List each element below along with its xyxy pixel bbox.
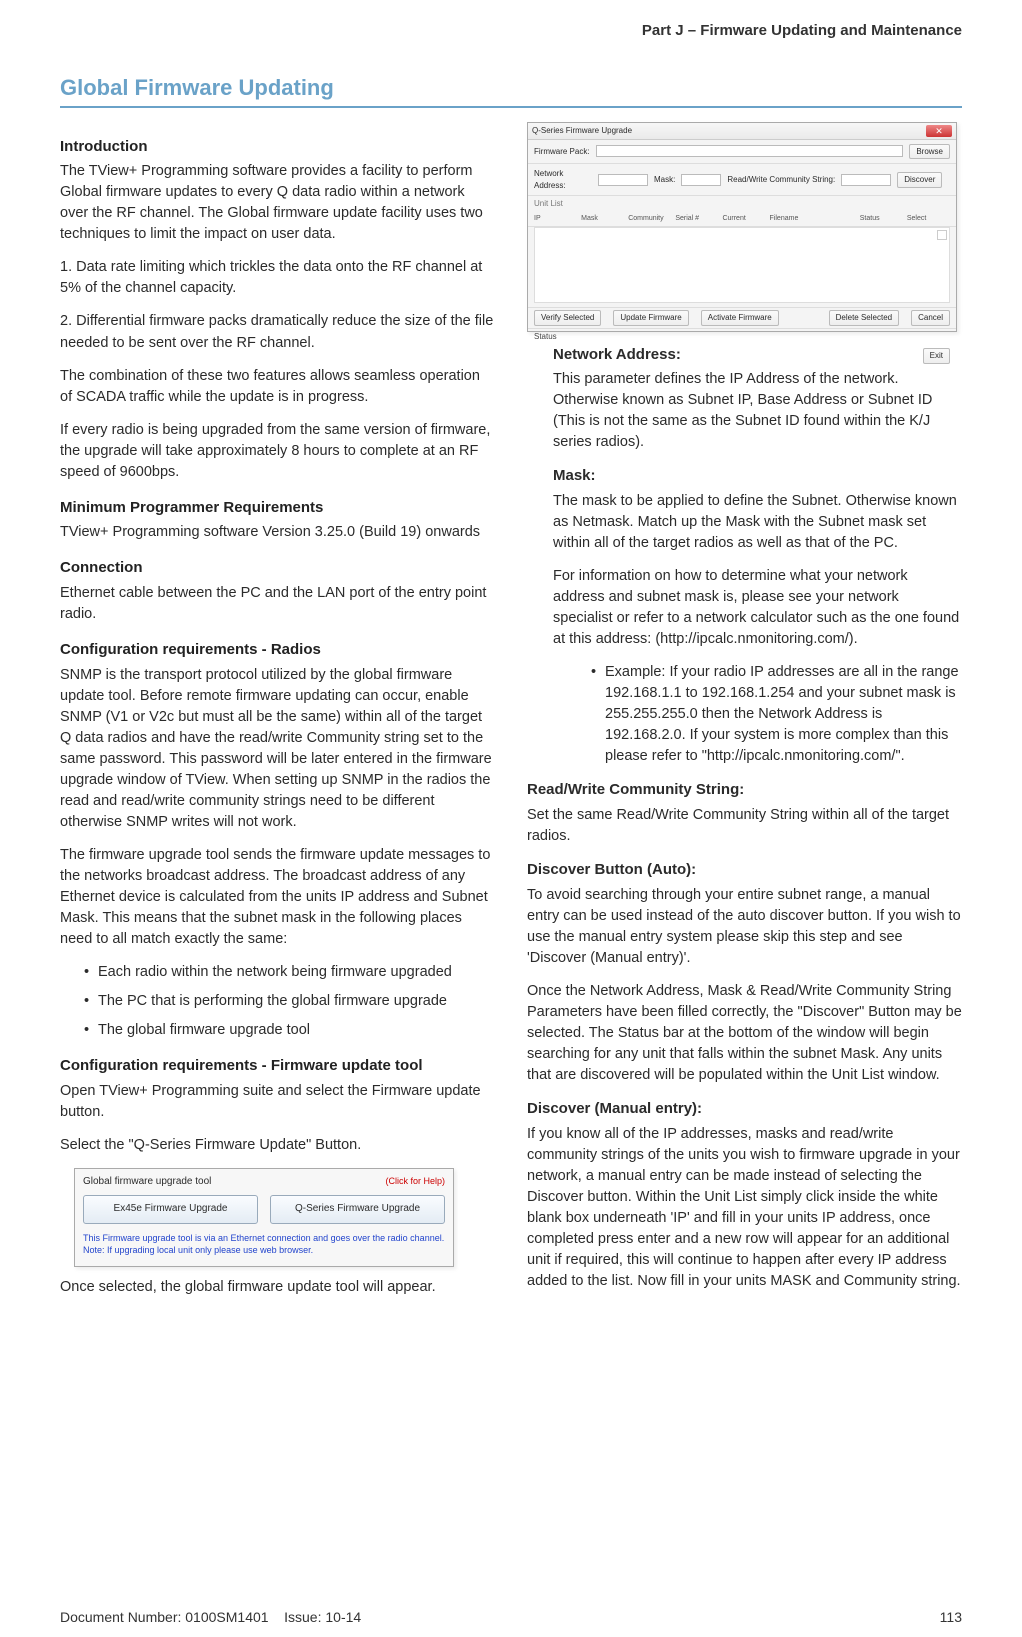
rw-community-input[interactable]	[841, 174, 891, 186]
unit-list-grid[interactable]	[534, 227, 950, 303]
qseries-upgrade-button[interactable]: Q-Series Firmware Upgrade	[270, 1195, 445, 1224]
dialog-note: This Firmware upgrade tool is via an Eth…	[83, 1232, 445, 1256]
firmware-pack-input[interactable]	[596, 145, 904, 157]
footer-left: Document Number: 0100SM1401 Issue: 10-14	[60, 1607, 361, 1627]
dialog-global-upgrade-tool: (Click for Help) Global firmware upgrade…	[74, 1168, 454, 1267]
status-bar: Status	[528, 329, 956, 345]
body-text: The mask to be applied to define the Sub…	[553, 491, 962, 554]
heading-introduction: Introduction	[60, 136, 495, 158]
rw-community-label: Read/Write Community String:	[727, 174, 835, 186]
document-number: Document Number: 0100SM1401	[60, 1609, 269, 1625]
mask-input[interactable]	[681, 174, 721, 186]
bullet-item: The PC that is performing the global fir…	[88, 991, 495, 1012]
body-text: If every radio is being upgraded from th…	[60, 420, 495, 483]
column-right: Q-Series Firmware Upgrade ✕ Firmware Pac…	[527, 122, 962, 1311]
body-text: SNMP is the transport protocol utilized …	[60, 665, 495, 833]
body-text: Once selected, the global firmware updat…	[60, 1277, 495, 1298]
body-text: Select the "Q-Series Firmware Update" Bu…	[60, 1135, 495, 1156]
heading-connection: Connection	[60, 557, 495, 579]
body-text: This parameter defines the IP Address of…	[553, 369, 962, 453]
network-address-input[interactable]	[598, 174, 648, 186]
exit-button[interactable]: Exit	[923, 348, 950, 364]
network-address-label: Network Address:	[534, 168, 592, 191]
unit-list-label: Unit List	[528, 196, 956, 212]
body-text: The firmware upgrade tool sends the firm…	[60, 845, 495, 950]
firmware-pack-label: Firmware Pack:	[534, 146, 590, 158]
heading-mask: Mask:	[553, 465, 962, 487]
browse-button[interactable]: Browse	[909, 144, 950, 160]
part-title: Part J – Firmware Updating and Maintenan…	[60, 20, 962, 42]
body-text: 1. Data rate limiting which trickles the…	[60, 257, 495, 299]
click-for-help-link[interactable]: (Click for Help)	[385, 1175, 445, 1188]
body-text: Set the same Read/Write Community String…	[527, 805, 962, 847]
column-left: Introduction The TView+ Programming soft…	[60, 122, 495, 1311]
body-text: To avoid searching through your entire s…	[527, 885, 962, 969]
cancel-button[interactable]: Cancel	[911, 310, 950, 326]
heading-config-radios: Configuration requirements - Radios	[60, 639, 495, 661]
delete-selected-button[interactable]: Delete Selected	[829, 310, 899, 326]
update-firmware-button[interactable]: Update Firmware	[613, 310, 688, 326]
bullet-example: Example: If your radio IP addresses are …	[595, 662, 962, 767]
ex45e-upgrade-button[interactable]: Ex45e Firmware Upgrade	[83, 1195, 258, 1224]
bullet-item: Each radio within the network being firm…	[88, 962, 495, 983]
bullet-item: The global firmware upgrade tool	[88, 1020, 495, 1041]
body-text: If you know all of the IP addresses, mas…	[527, 1124, 962, 1292]
body-text: For information on how to determine what…	[553, 566, 962, 650]
heading-discover-manual: Discover (Manual entry):	[527, 1098, 962, 1120]
section-title: Global Firmware Updating	[60, 72, 962, 108]
issue: Issue: 10-14	[284, 1609, 361, 1625]
dialog-title: Q-Series Firmware Upgrade	[532, 125, 632, 137]
heading-config-tool: Configuration requirements - Firmware up…	[60, 1055, 495, 1077]
unit-list-headers: IP Mask Community Serial # Current Filen…	[528, 212, 956, 227]
heading-min-requirements: Minimum Programmer Requirements	[60, 497, 495, 519]
verify-selected-button[interactable]: Verify Selected	[534, 310, 601, 326]
body-text: TView+ Programming software Version 3.25…	[60, 522, 495, 543]
body-text: The combination of these two features al…	[60, 366, 495, 408]
body-text: Ethernet cable between the PC and the LA…	[60, 583, 495, 625]
mask-label: Mask:	[654, 174, 675, 186]
body-text: The TView+ Programming software provides…	[60, 161, 495, 245]
body-text: Once the Network Address, Mask & Read/Wr…	[527, 981, 962, 1086]
close-icon[interactable]: ✕	[926, 125, 952, 137]
heading-discover-auto: Discover Button (Auto):	[527, 859, 962, 881]
discover-button[interactable]: Discover	[897, 172, 942, 188]
body-text: 2. Differential firmware packs dramatica…	[60, 311, 495, 353]
body-text: Open TView+ Programming suite and select…	[60, 1081, 495, 1123]
heading-rw-community: Read/Write Community String:	[527, 779, 962, 801]
page-number: 113	[940, 1607, 962, 1627]
activate-firmware-button[interactable]: Activate Firmware	[701, 310, 779, 326]
dialog-qseries-firmware-upgrade: Q-Series Firmware Upgrade ✕ Firmware Pac…	[527, 122, 957, 332]
